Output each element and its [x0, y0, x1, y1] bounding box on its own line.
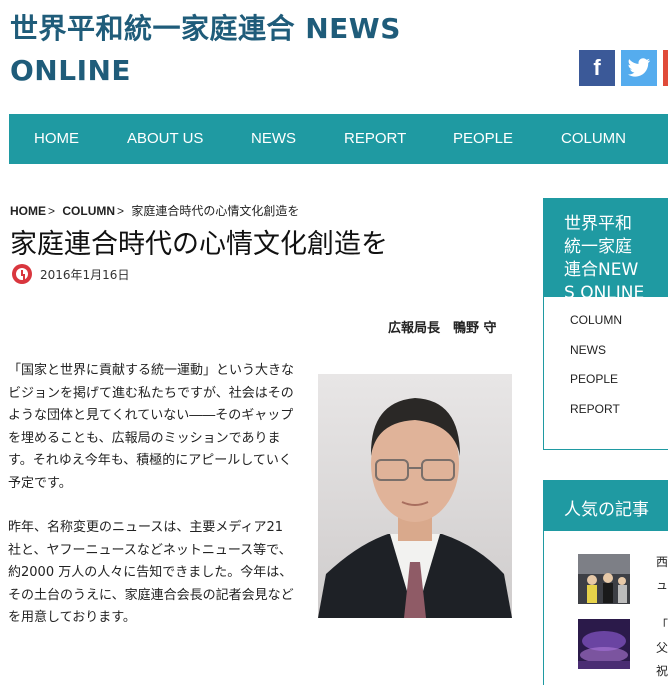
- nav-report[interactable]: REPORT: [344, 130, 406, 147]
- site-title-line2: ONLINE: [10, 54, 132, 87]
- category-item[interactable]: PEOPLE: [570, 372, 668, 402]
- page-title: 家庭連合時代の心情文化創造を: [10, 229, 388, 260]
- popular-widget: 人気の記事 西 ュ 「 父 祝: [543, 480, 668, 685]
- popular-item-text[interactable]: 「 父 祝: [656, 614, 668, 683]
- category-widget-title-text: 世界平和統一家庭連合NEWS ONLINEカテゴリ: [564, 214, 645, 297]
- category-item[interactable]: COLUMN: [570, 313, 668, 343]
- breadcrumb: HOME > COLUMN > 家庭連合時代の心情文化創造を: [10, 202, 299, 219]
- category-list: COLUMN NEWS PEOPLE REPORT: [544, 297, 668, 431]
- breadcrumb-current: 家庭連合時代の心情文化創造を: [131, 204, 300, 218]
- category-item[interactable]: REPORT: [570, 402, 668, 432]
- author-byline: 広報局長 鴨野 守: [388, 321, 497, 336]
- post-date-text: 2016年1月16日: [40, 267, 130, 282]
- category-widget: 世界平和統一家庭連合NEWS ONLINEカテゴリ COLUMN NEWS PE…: [543, 198, 668, 450]
- main-nav: HOME ABOUT US NEWS REPORT PEOPLE COLUMN: [9, 114, 668, 164]
- site-title-line1: 世界平和統一家庭連合 NEWS: [10, 12, 401, 45]
- twitter-icon[interactable]: [621, 50, 657, 86]
- clock-icon: [12, 264, 32, 284]
- social-links: f: [579, 50, 668, 86]
- popular-widget-title: 人気の記事: [544, 481, 668, 531]
- breadcrumb-separator: >: [117, 204, 125, 218]
- category-item[interactable]: NEWS: [570, 343, 668, 373]
- post-date: 2016年1月16日: [12, 264, 129, 284]
- breadcrumb-column[interactable]: COLUMN: [62, 204, 115, 218]
- popular-thumbnail[interactable]: [578, 619, 630, 669]
- breadcrumb-home[interactable]: HOME: [10, 204, 46, 218]
- category-widget-title: 世界平和統一家庭連合NEWS ONLINEカテゴリ: [544, 199, 668, 297]
- nav-news[interactable]: NEWS: [251, 130, 296, 147]
- facebook-icon[interactable]: f: [579, 50, 615, 86]
- site-title[interactable]: 世界平和統一家庭連合 NEWS ONLINE: [10, 8, 450, 92]
- nav-home[interactable]: HOME: [34, 130, 79, 147]
- breadcrumb-separator: >: [48, 204, 56, 218]
- article-paragraph: 昨年、名称変更のニュースは、主要メディア21 社と、ヤフーニュースなどネットニュ…: [8, 520, 294, 625]
- popular-thumbnail[interactable]: [578, 554, 630, 604]
- nav-column[interactable]: COLUMN: [561, 130, 626, 147]
- share-icon[interactable]: [663, 50, 668, 86]
- nav-people[interactable]: PEOPLE: [453, 130, 513, 147]
- nav-about-us[interactable]: ABOUT US: [127, 130, 203, 147]
- author-photo: [318, 374, 512, 618]
- article-paragraph: 「国家と世界に貢献する統一運動」という大きなビジョンを掲げて進む私たちですが、社…: [8, 363, 295, 491]
- popular-item-text[interactable]: 西 ュ: [656, 551, 668, 597]
- article-body: 「国家と世界に貢献する統一運動」という大きなビジョンを掲げて進む私たちですが、社…: [8, 360, 298, 652]
